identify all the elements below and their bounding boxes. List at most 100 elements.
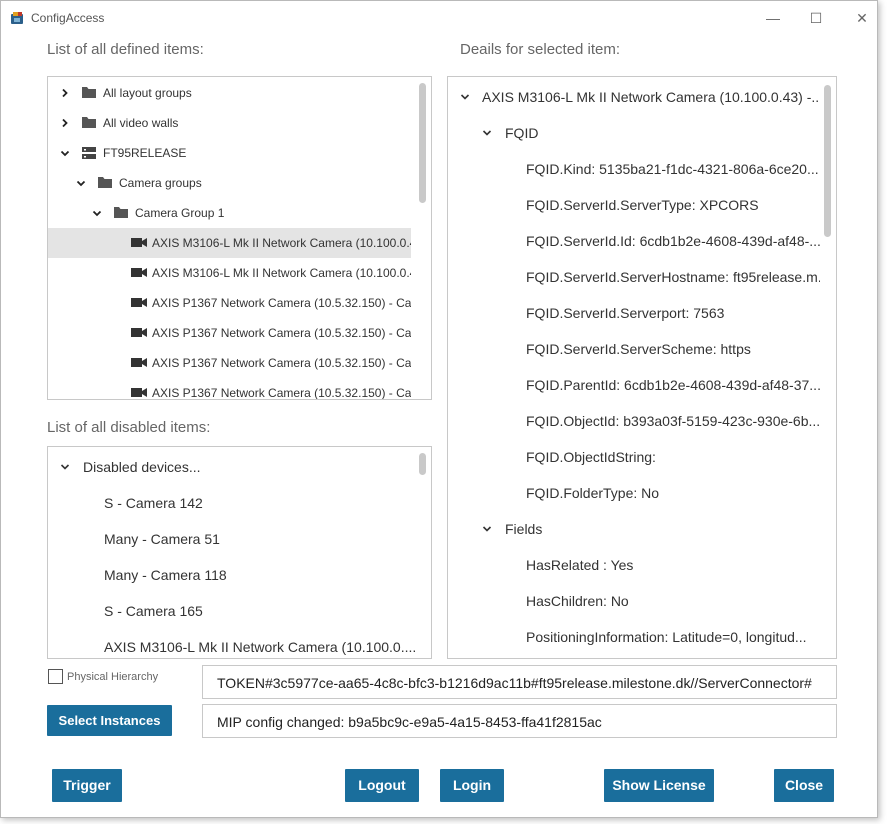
fqid-item-row[interactable]: FQID.ServerId.ServerHostname: ft95releas… xyxy=(448,259,820,295)
field-item-label: HasChildren: No xyxy=(526,593,629,609)
field-item-label: HasRelated : Yes xyxy=(526,557,634,573)
fqid-item-row[interactable]: FQID.ObjectId: b393a03f-5159-423c-930e-6… xyxy=(448,403,820,439)
tree-row[interactable]: All video walls xyxy=(48,108,411,138)
tree-row-label: AXIS P1367 Network Camera (10.5.32.150) … xyxy=(152,296,411,310)
scroll-thumb[interactable] xyxy=(419,83,426,203)
disabled-item-row[interactable]: Many - Camera 51 xyxy=(48,521,416,557)
fqid-item-row[interactable]: FQID.ParentId: 6cdb1b2e-4608-439d-af48-3… xyxy=(448,367,820,403)
show-license-button[interactable]: Show License xyxy=(604,769,714,802)
field-item-row[interactable]: HasRelated : Yes xyxy=(448,547,820,583)
details-tree[interactable]: AXIS M3106-L Mk II Network Camera (10.10… xyxy=(447,76,837,659)
tree-row[interactable]: FT95RELEASE xyxy=(48,138,411,168)
tree-row[interactable]: All layout groups xyxy=(48,78,411,108)
tree-row-label: All video walls xyxy=(103,116,179,130)
logout-button[interactable]: Logout xyxy=(345,769,419,802)
disabled-root-label: Disabled devices... xyxy=(83,459,201,475)
tree-row[interactable]: Camera groups xyxy=(48,168,411,198)
status-field[interactable]: MIP config changed: b9a5bc9c-e9a5-4a15-8… xyxy=(202,704,837,738)
disabled-item-row[interactable]: S - Camera 165 xyxy=(48,593,416,629)
camera-icon xyxy=(131,388,147,397)
folder-icon xyxy=(114,207,128,218)
window-title: ConfigAccess xyxy=(31,11,105,25)
folder-icon xyxy=(82,117,96,128)
config-access-window: ConfigAccess — ☐ ✕ List of all defined i… xyxy=(0,0,878,818)
minimize-button[interactable]: — xyxy=(759,7,787,29)
physical-hierarchy-checkbox[interactable] xyxy=(48,669,63,684)
title-bar: ConfigAccess — ☐ ✕ xyxy=(1,1,877,35)
fqid-item-row[interactable]: FQID.ServerId.ServerScheme: https xyxy=(448,331,820,367)
tree-row-label: Camera Group 1 xyxy=(135,206,225,220)
chevron-right-icon[interactable] xyxy=(60,78,70,108)
fqid-item-label: FQID.ServerId.Serverport: 7563 xyxy=(526,305,725,321)
disabled-item-label: S - Camera 142 xyxy=(104,495,203,511)
camera-icon xyxy=(131,298,147,307)
fqid-group-label: FQID xyxy=(505,125,539,141)
chevron-down-icon[interactable] xyxy=(60,138,70,168)
trigger-button[interactable]: Trigger xyxy=(52,769,122,802)
tree-row[interactable]: AXIS P1367 Network Camera (10.5.32.150) … xyxy=(48,378,411,399)
close-button[interactable]: Close xyxy=(774,769,834,802)
tree-row[interactable]: Camera Group 1 xyxy=(48,198,411,228)
tree-row[interactable]: AXIS P1367 Network Camera (10.5.32.150) … xyxy=(48,348,411,378)
disabled-item-label: AXIS M3106-L Mk II Network Camera (10.10… xyxy=(104,639,416,655)
fqid-item-label: FQID.ServerId.ServerHostname: ft95releas… xyxy=(526,269,820,285)
scroll-thumb[interactable] xyxy=(824,85,831,237)
field-item-row[interactable]: PositioningInformation: Latitude=0, long… xyxy=(448,619,820,655)
chevron-down-icon[interactable] xyxy=(60,449,70,485)
disabled-item-label: Many - Camera 118 xyxy=(104,567,227,583)
chevron-down-icon[interactable] xyxy=(92,198,102,228)
token-field[interactable]: TOKEN#3c5977ce-aa65-4c8c-bfc3-b1216d9ac1… xyxy=(202,665,837,699)
fqid-item-label: FQID.ObjectId: b393a03f-5159-423c-930e-6… xyxy=(526,413,820,429)
disabled-item-row[interactable]: AXIS M3106-L Mk II Network Camera (10.10… xyxy=(48,629,416,658)
disabled-root-row[interactable]: Disabled devices... xyxy=(48,449,416,485)
disabled-item-row[interactable]: S - Camera 142 xyxy=(48,485,416,521)
fqid-item-label: FQID.ServerId.ServerType: XPCORS xyxy=(526,197,759,213)
chevron-down-icon[interactable] xyxy=(460,79,470,115)
fqid-item-label: FQID.ObjectIdString: xyxy=(526,449,656,465)
camera-icon xyxy=(131,328,147,337)
details-label: Deails for selected item: xyxy=(460,41,621,58)
login-button[interactable]: Login xyxy=(440,769,504,802)
camera-icon xyxy=(131,358,147,367)
tree-row-label: FT95RELEASE xyxy=(103,146,187,160)
tree-row-label: Camera groups xyxy=(119,176,202,190)
tree-row[interactable]: AXIS M3106-L Mk II Network Camera (10.10… xyxy=(48,258,411,288)
chevron-down-icon[interactable] xyxy=(76,168,86,198)
disabled-items-scrollbar[interactable] xyxy=(414,449,429,656)
fqid-group-row[interactable]: FQID xyxy=(448,115,820,151)
defined-items-tree[interactable]: All layout groups All video walls FT95RELE… xyxy=(47,76,432,400)
physical-hierarchy-label: Physical Hierarchy xyxy=(67,671,159,683)
tree-row-label: AXIS P1367 Network Camera (10.5.32.150) … xyxy=(152,326,411,340)
fqid-item-row[interactable]: FQID.FolderType: No xyxy=(448,475,820,511)
field-item-label: PositioningInformation: Latitude=0, long… xyxy=(526,629,807,645)
fqid-item-label: FQID.ServerId.ServerScheme: https xyxy=(526,341,751,357)
fqid-item-row[interactable]: FQID.ServerId.Serverport: 7563 xyxy=(448,295,820,331)
window-close-button[interactable]: ✕ xyxy=(848,7,876,29)
scroll-thumb[interactable] xyxy=(419,453,426,475)
details-root-row[interactable]: AXIS M3106-L Mk II Network Camera (10.10… xyxy=(448,79,820,115)
chevron-down-icon[interactable] xyxy=(482,115,492,151)
fqid-item-row[interactable]: FQID.Kind: 5135ba21-f1dc-4321-806a-6ce20… xyxy=(448,151,820,187)
fqid-item-label: FQID.FolderType: No xyxy=(526,485,660,501)
select-instances-button[interactable]: Select Instances xyxy=(47,705,172,736)
fqid-item-row[interactable]: FQID.ObjectIdString: xyxy=(448,439,820,475)
field-item-row[interactable]: HasChildren: No xyxy=(448,583,820,619)
app-icon xyxy=(11,12,23,24)
fqid-item-row[interactable]: FQID.ServerId.ServerType: XPCORS xyxy=(448,187,820,223)
chevron-right-icon[interactable] xyxy=(60,108,70,138)
tree-row[interactable]: AXIS P1367 Network Camera (10.5.32.150) … xyxy=(48,318,411,348)
fqid-item-row[interactable]: FQID.ServerId.Id: 6cdb1b2e-4608-439d-af4… xyxy=(448,223,820,259)
tree-row[interactable]: AXIS P1367 Network Camera (10.5.32.150) … xyxy=(48,288,411,318)
disabled-items-list[interactable]: Disabled devices... S - Camera 142 Many -… xyxy=(47,446,432,659)
disabled-items-label: List of all disabled items: xyxy=(47,419,211,436)
details-scrollbar[interactable] xyxy=(819,79,834,656)
fields-group-row[interactable]: Fields xyxy=(448,511,820,547)
tree-row[interactable]: AXIS M3106-L Mk II Network Camera (10.10… xyxy=(48,228,411,258)
tree-row-label: AXIS M3106-L Mk II Network Camera (10.10… xyxy=(152,236,411,250)
chevron-down-icon[interactable] xyxy=(482,511,492,547)
defined-items-scrollbar[interactable] xyxy=(414,79,429,397)
tree-row-label: AXIS P1367 Network Camera (10.5.32.150) … xyxy=(152,356,411,370)
disabled-item-row[interactable]: Many - Camera 118 xyxy=(48,557,416,593)
maximize-button[interactable]: ☐ xyxy=(802,7,830,29)
folder-icon xyxy=(82,87,96,98)
